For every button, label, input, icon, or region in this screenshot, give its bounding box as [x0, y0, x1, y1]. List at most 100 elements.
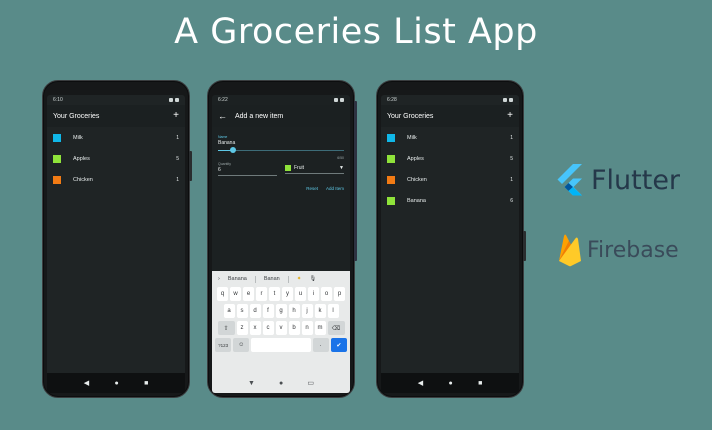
keyboard-switch-icon[interactable]: ▭: [307, 379, 314, 387]
back-icon[interactable]: ◀: [418, 379, 423, 387]
back-icon[interactable]: ▼: [248, 380, 255, 387]
list-item[interactable]: Chicken 1: [47, 169, 185, 190]
soft-keyboard: › Banana Banan ✦ 🎙 qwertyuiop asdfghjkl …: [212, 271, 350, 373]
overview-icon[interactable]: ■: [478, 380, 482, 387]
key-i[interactable]: i: [308, 287, 319, 301]
list-item[interactable]: Apples 5: [47, 148, 185, 169]
key-w[interactable]: w: [230, 287, 241, 301]
suggestion-1[interactable]: Banana: [228, 276, 247, 282]
key-t[interactable]: t: [269, 287, 280, 301]
category-color-swatch: [387, 175, 395, 184]
key-m[interactable]: m: [314, 321, 326, 335]
emoji-icon[interactable]: ☺: [233, 338, 250, 352]
category-color-swatch: [387, 196, 395, 205]
suggestion-2[interactable]: Banan: [264, 276, 280, 282]
back-icon[interactable]: ◀: [84, 379, 89, 387]
key-n[interactable]: n: [301, 321, 313, 335]
add-item-form: Name Banana 6/50 Quantity 6 Fruit ▼ Rese…: [212, 127, 350, 191]
item-name: Milk: [407, 134, 417, 141]
key-l[interactable]: l: [327, 304, 339, 318]
list-item[interactable]: Apples 5: [381, 148, 519, 169]
item-name: Chicken: [407, 176, 427, 183]
space-key[interactable]: [251, 338, 311, 352]
app-bar: ← Add a new item: [212, 105, 350, 127]
item-name: Banana: [407, 197, 426, 204]
back-arrow-icon[interactable]: ←: [218, 111, 227, 121]
status-bar: 6:10: [47, 95, 185, 105]
key-s[interactable]: s: [236, 304, 248, 318]
key-f[interactable]: f: [262, 304, 274, 318]
status-icons: [169, 98, 179, 102]
status-time: 6:22: [218, 97, 228, 103]
key-q[interactable]: q: [217, 287, 228, 301]
status-icons: [334, 98, 344, 102]
firebase-brand: Firebase: [557, 233, 679, 267]
status-icons: [503, 98, 513, 102]
backspace-icon[interactable]: ⌫: [327, 321, 345, 335]
add-icon[interactable]: +: [173, 111, 179, 121]
category-color-swatch: [53, 154, 61, 163]
status-time: 6:28: [387, 97, 397, 103]
home-icon[interactable]: ●: [448, 380, 452, 387]
status-time: 6:10: [53, 97, 63, 103]
list-item[interactable]: Milk 1: [47, 127, 185, 148]
key-u[interactable]: u: [295, 287, 306, 301]
key-x[interactable]: x: [249, 321, 261, 335]
key-g[interactable]: g: [275, 304, 287, 318]
name-input[interactable]: Banana: [218, 140, 344, 146]
key-v[interactable]: v: [275, 321, 287, 335]
key-o[interactable]: o: [321, 287, 332, 301]
app-bar-title: Add a new item: [235, 112, 284, 120]
list-item[interactable]: Banana 6: [381, 190, 519, 211]
key-j[interactable]: j: [301, 304, 313, 318]
item-quantity: 1: [510, 176, 513, 183]
shift-icon[interactable]: ⇧: [217, 321, 235, 335]
category-color-swatch: [387, 133, 395, 142]
key-p[interactable]: p: [334, 287, 345, 301]
chevron-down-icon: ▼: [339, 165, 344, 171]
key-a[interactable]: a: [223, 304, 235, 318]
add-item-button[interactable]: Add Item: [326, 186, 344, 191]
home-icon[interactable]: ●: [114, 380, 118, 387]
item-quantity: 1: [510, 134, 513, 141]
home-icon[interactable]: ●: [279, 380, 283, 387]
item-quantity: 6: [510, 197, 513, 204]
item-quantity: 5: [510, 155, 513, 162]
enter-check-icon[interactable]: ✔: [330, 338, 348, 352]
item-name: Milk: [73, 134, 83, 141]
category-dropdown[interactable]: Fruit ▼: [285, 165, 344, 171]
phone-list-initial: 6:10 Your Groceries + Milk 1 Apples 5 Chicke…: [42, 80, 192, 398]
key-d[interactable]: d: [249, 304, 261, 318]
numbers-key[interactable]: ?123: [215, 338, 232, 352]
system-nav-bar: ◀ ● ■: [381, 373, 519, 393]
key-b[interactable]: b: [288, 321, 300, 335]
add-icon[interactable]: +: [507, 111, 513, 121]
app-bar-title: Your Groceries: [53, 112, 100, 120]
period-key[interactable]: .: [312, 338, 329, 352]
key-r[interactable]: r: [256, 287, 267, 301]
reset-button[interactable]: Reset: [306, 186, 318, 191]
phone-add-item: 6:22 ← Add a new item Name Banana 6/50 Q…: [207, 80, 357, 398]
item-name: Chicken: [73, 176, 93, 183]
key-e[interactable]: e: [243, 287, 254, 301]
text-cursor-handle[interactable]: [230, 147, 237, 153]
overview-icon[interactable]: ■: [144, 380, 148, 387]
phone-list-updated: 6:28 Your Groceries + Milk 1 Apples 5 Chicke…: [376, 80, 526, 398]
app-bar-title: Your Groceries: [387, 112, 434, 120]
system-nav-bar: ◀ ● ■: [47, 373, 185, 393]
quantity-input[interactable]: 6: [218, 167, 277, 173]
list-item[interactable]: Chicken 1: [381, 169, 519, 190]
key-k[interactable]: k: [314, 304, 326, 318]
microphone-icon[interactable]: 🎙: [309, 276, 316, 282]
item-quantity: 1: [176, 176, 179, 183]
chevron-right-icon[interactable]: ›: [218, 276, 220, 282]
key-c[interactable]: c: [262, 321, 274, 335]
key-z[interactable]: z: [236, 321, 248, 335]
list-item[interactable]: Milk 1: [381, 127, 519, 148]
flutter-logo-icon: [557, 164, 582, 196]
screen: 6:28 Your Groceries + Milk 1 Apples 5 Chicke…: [381, 95, 519, 393]
flutter-brand: Flutter: [556, 164, 680, 196]
key-y[interactable]: y: [282, 287, 293, 301]
key-h[interactable]: h: [288, 304, 300, 318]
emoji-sparkle-icon[interactable]: ✦: [297, 276, 302, 282]
